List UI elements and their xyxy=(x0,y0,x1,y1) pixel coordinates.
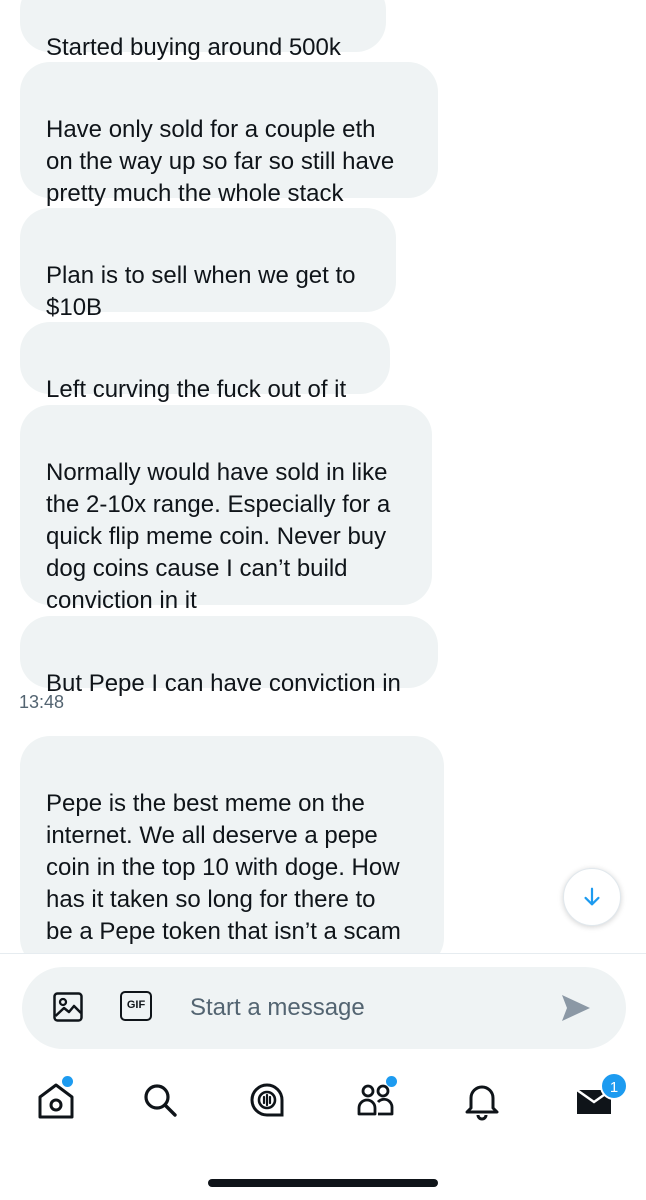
tab-spaces[interactable] xyxy=(237,1070,297,1130)
search-icon xyxy=(144,1084,177,1117)
dm-conversation-screen: Started buying around 500k Have only sol… xyxy=(0,0,646,1200)
notification-dot xyxy=(386,1076,397,1087)
image-icon[interactable] xyxy=(52,991,84,1023)
scroll-to-bottom-button[interactable] xyxy=(563,868,621,926)
arrow-down-icon xyxy=(584,887,600,906)
message-bubble[interactable]: Left curving the fuck out of it xyxy=(20,322,390,403)
message-text: Plan is to sell when we get to $10B xyxy=(46,262,356,321)
message-text: Started buying around 500k xyxy=(46,34,341,61)
gif-icon[interactable]: GIF xyxy=(120,991,152,1021)
message-text: Have only sold for a couple eth on the w… xyxy=(46,116,395,207)
message-bubble[interactable]: Normally would have sold in like the 2-1… xyxy=(20,405,432,614)
message-bubble[interactable]: Pepe is the best meme on the internet. W… xyxy=(20,736,444,953)
tab-communities[interactable] xyxy=(346,1070,406,1130)
message-composer: GIF xyxy=(22,967,626,1049)
bottom-tab-bar: 1 xyxy=(0,1070,646,1140)
notification-dot xyxy=(62,1076,73,1087)
message-text: But Pepe I can have conviction in xyxy=(46,670,401,697)
message-text: Left curving the fuck out of it xyxy=(46,376,347,403)
tab-notifications[interactable] xyxy=(452,1070,512,1130)
message-text: Pepe is the best meme on the internet. W… xyxy=(46,790,401,953)
message-list[interactable]: Started buying around 500k Have only sol… xyxy=(0,0,646,953)
message-input[interactable] xyxy=(190,989,530,1027)
message-bubble[interactable]: Plan is to sell when we get to $10B xyxy=(20,208,396,321)
message-bubble[interactable]: Started buying around 500k xyxy=(20,0,386,61)
bell-icon xyxy=(465,1085,499,1121)
spaces-icon xyxy=(250,1083,284,1117)
tab-search[interactable] xyxy=(130,1070,190,1130)
message-bubble[interactable]: But Pepe I can have conviction in xyxy=(20,616,438,697)
tab-messages[interactable]: 1 xyxy=(564,1070,628,1130)
message-text: Normally would have sold in like the 2-1… xyxy=(46,459,391,614)
message-timestamp: 13:48 xyxy=(19,692,65,712)
send-icon[interactable] xyxy=(560,993,592,1023)
divider xyxy=(0,953,646,954)
message-bubble[interactable]: Have only sold for a couple eth on the w… xyxy=(20,62,438,207)
unread-badge: 1 xyxy=(600,1072,628,1100)
home-indicator xyxy=(208,1179,438,1187)
tab-home[interactable] xyxy=(26,1070,86,1130)
